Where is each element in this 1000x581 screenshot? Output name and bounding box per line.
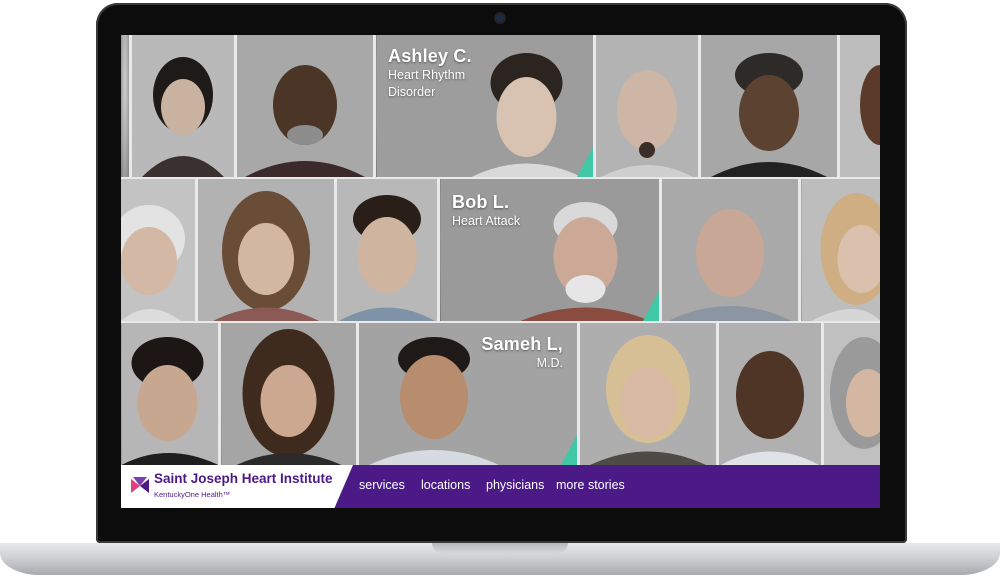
portrait-image	[840, 35, 880, 177]
photo-row-3: Sameh L, M.D.	[121, 323, 880, 465]
photo-tile[interactable]	[719, 323, 821, 465]
photo-tile[interactable]	[121, 323, 218, 465]
photo-tile[interactable]	[221, 323, 356, 465]
portrait-image	[337, 179, 437, 321]
accent-triangle	[561, 435, 577, 465]
story-description: Disorder	[388, 85, 436, 99]
photo-tile[interactable]	[198, 179, 334, 321]
site-navigation: Saint Joseph Heart Institute KentuckyOne…	[121, 465, 880, 508]
accent-triangle	[577, 147, 593, 177]
portrait-image	[237, 35, 373, 177]
heart-institute-logo-icon	[131, 477, 149, 493]
portrait-image	[198, 179, 334, 321]
website-screen: Ashley C. Heart Rhythm Disorder Bob L. H…	[121, 35, 880, 508]
camera-icon	[496, 14, 504, 22]
portrait-image	[580, 323, 716, 465]
portrait-image	[662, 179, 798, 321]
portrait-image	[132, 35, 234, 177]
story-caption: Bob L. Heart Attack	[452, 191, 520, 230]
story-description: M.D.	[536, 356, 563, 370]
brand-subtitle: KentuckyOne Health™	[154, 490, 231, 499]
story-description: Heart Attack	[452, 214, 521, 228]
photo-tile	[121, 35, 129, 177]
photo-tile[interactable]	[701, 35, 837, 177]
nav-locations-link[interactable]: locations	[421, 478, 470, 492]
photo-row-2: Bob L. Heart Attack	[121, 179, 880, 321]
story-name: Sameh L,	[481, 334, 563, 354]
photo-tile[interactable]	[662, 179, 798, 321]
nav-more-stories-link[interactable]: more stories	[556, 478, 625, 492]
photo-tile[interactable]	[596, 35, 698, 177]
photo-tile[interactable]	[337, 179, 437, 321]
story-description: Heart Rhythm	[388, 68, 466, 82]
nav-physicians-link[interactable]: physicians	[486, 478, 544, 492]
nav-services-link[interactable]: services	[359, 478, 405, 492]
portrait-image	[596, 35, 698, 177]
portrait-image	[701, 35, 837, 177]
portrait-image	[121, 323, 218, 465]
photo-tile[interactable]	[824, 323, 880, 465]
brand-title: Saint Joseph Heart Institute	[154, 471, 333, 486]
accent-triangle	[643, 291, 659, 321]
photo-tile[interactable]	[237, 35, 373, 177]
portrait-image	[801, 179, 880, 321]
story-tile-sameh[interactable]: Sameh L, M.D.	[359, 323, 577, 465]
story-tile-bob[interactable]: Bob L. Heart Attack	[440, 179, 659, 321]
story-caption: Sameh L, M.D.	[481, 333, 563, 372]
portrait-image	[121, 179, 195, 321]
photo-tile[interactable]	[801, 179, 880, 321]
photo-tile[interactable]	[132, 35, 234, 177]
photo-tile[interactable]	[121, 179, 195, 321]
portrait-image	[824, 323, 880, 465]
photo-tile[interactable]	[580, 323, 716, 465]
story-name: Ashley C.	[388, 46, 472, 66]
photo-row-1: Ashley C. Heart Rhythm Disorder	[121, 35, 880, 177]
story-name: Bob L.	[452, 192, 510, 212]
photo-tile[interactable]	[840, 35, 880, 177]
story-tile-ashley[interactable]: Ashley C. Heart Rhythm Disorder	[376, 35, 593, 177]
brand-logo-area[interactable]: Saint Joseph Heart Institute KentuckyOne…	[121, 465, 353, 508]
laptop-opening-notch	[432, 543, 568, 553]
story-caption: Ashley C. Heart Rhythm Disorder	[388, 45, 472, 101]
portrait-image	[221, 323, 356, 465]
portrait-image	[719, 323, 821, 465]
